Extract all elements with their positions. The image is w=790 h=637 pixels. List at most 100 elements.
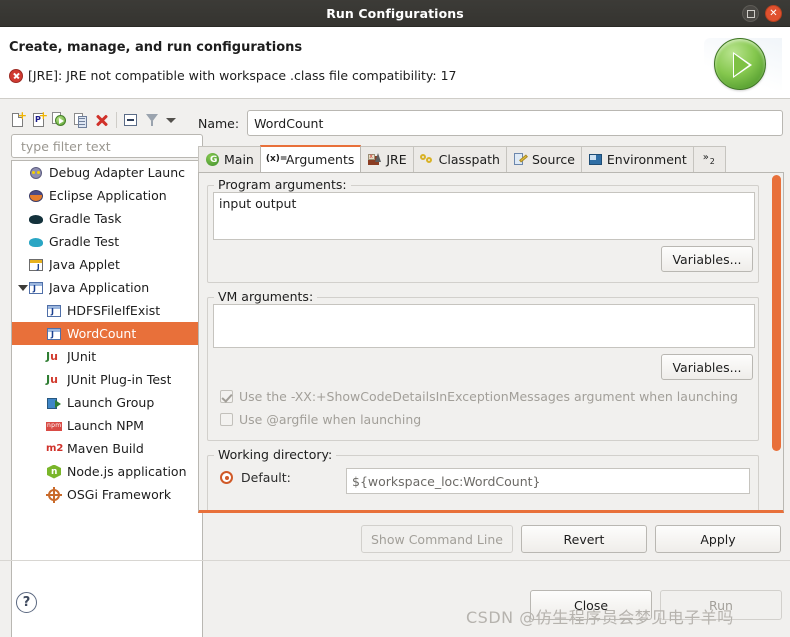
- window-title: Run Configurations: [326, 6, 464, 21]
- tree-item-wordcount[interactable]: J WordCount: [12, 322, 202, 345]
- dialog-header: Create, manage, and run configurations […: [0, 27, 790, 99]
- tree-item-label: WordCount: [67, 326, 137, 341]
- argfile-checkbox[interactable]: [220, 413, 233, 426]
- tree-item-hdfsfileifexist[interactable]: J HDFSFileIfExist: [12, 299, 202, 322]
- tree-item-label: Launch Group: [67, 395, 155, 410]
- tree-item-label: HDFSFileIfExist: [67, 303, 161, 318]
- close-window-button[interactable]: ✕: [765, 5, 782, 22]
- apply-button[interactable]: Apply: [655, 525, 781, 553]
- tree-item-label: JUnit Plug-in Test: [67, 372, 172, 387]
- tree-item-junit[interactable]: Ju JUnit: [12, 345, 202, 368]
- tree-item-label: Gradle Task: [49, 211, 122, 226]
- overflow-count: 2: [709, 157, 715, 166]
- tab-label: Environment: [606, 152, 687, 167]
- tab-environment[interactable]: Environment: [580, 146, 694, 172]
- tree-item-launch-group[interactable]: Launch Group: [12, 391, 202, 414]
- help-icon[interactable]: ?: [16, 592, 37, 613]
- junit-plugin-icon: Ju: [46, 372, 58, 386]
- status-message: [JRE]: JRE not compatible with workspace…: [28, 68, 457, 83]
- vm-arguments-label: VM arguments:: [214, 289, 318, 304]
- working-directory-default-row[interactable]: Default:: [220, 470, 291, 485]
- vm-arguments-input[interactable]: [213, 304, 755, 348]
- tree-item-osgi-framework[interactable]: OSGi Framework: [12, 483, 202, 506]
- tab-overflow[interactable]: » 2: [692, 146, 726, 172]
- java-applet-icon: J: [28, 257, 44, 273]
- new-prototype-icon[interactable]: P +: [30, 110, 48, 129]
- tree-item-label: Debug Adapter Launc: [49, 165, 185, 180]
- configurations-tree[interactable]: Debug Adapter Launc Eclipse Application …: [11, 160, 203, 637]
- tree-item-launch-npm[interactable]: npm Launch NPM: [12, 414, 202, 437]
- filter-input[interactable]: type filter text: [11, 134, 203, 158]
- new-launch-configuration-icon[interactable]: +: [9, 110, 27, 129]
- program-arguments-input[interactable]: [213, 192, 755, 240]
- tab-jre[interactable]: x JRE: [360, 146, 414, 172]
- tree-item-label: Java Application: [49, 280, 150, 295]
- tab-main[interactable]: G Main: [198, 146, 261, 172]
- run-configurations-dialog: Run Configurations ✕ Create, manage, and…: [0, 0, 790, 637]
- tab-label: Source: [531, 152, 575, 167]
- name-label: Name:: [198, 115, 240, 131]
- status-message-row: [JRE]: JRE not compatible with workspace…: [9, 68, 457, 83]
- tree-item-nodejs-application[interactable]: n Node.js application: [12, 460, 202, 483]
- tree-item-label: Gradle Test: [49, 234, 120, 249]
- duplicate-run-icon[interactable]: [51, 111, 69, 129]
- main-tab-icon: G: [205, 152, 220, 167]
- show-command-line-button[interactable]: Show Command Line: [361, 525, 513, 553]
- tab-label: JRE: [386, 152, 407, 167]
- filter-icon[interactable]: [143, 111, 161, 129]
- tree-item-label: JUnit: [67, 349, 97, 364]
- working-directory-group: Working directory: Default: ${workspace_…: [207, 447, 759, 510]
- working-directory-default-value[interactable]: ${workspace_loc:WordCount}: [346, 468, 750, 494]
- filter-placeholder: type filter text: [21, 139, 111, 154]
- scrollbar-thumb[interactable]: [772, 175, 781, 451]
- launch-group-icon: [46, 395, 62, 411]
- tree-item-label: Maven Build: [67, 441, 144, 456]
- arguments-tab-icon: (x)=: [265, 154, 288, 164]
- tree-item-gradle-task[interactable]: Gradle Task: [12, 207, 202, 230]
- tree-item-java-applet[interactable]: J Java Applet: [12, 253, 202, 276]
- show-code-details-checkbox-row[interactable]: Use the -XX:+ShowCodeDetailsInExceptionM…: [220, 389, 738, 404]
- argfile-checkbox-row[interactable]: Use @argfile when launching: [220, 412, 421, 427]
- vm-arguments-group: VM arguments: Variables... Use the -XX:+…: [207, 289, 759, 441]
- name-input[interactable]: [247, 110, 784, 136]
- delete-icon[interactable]: [93, 111, 111, 129]
- vm-arguments-variables-button[interactable]: Variables...: [661, 354, 753, 380]
- configurations-panel: + P + type filter text Debug Adapter Lau…: [6, 108, 203, 637]
- arguments-tab-panel: Program arguments: Variables... VM argum…: [198, 173, 784, 513]
- watermark-text: CSDN @仿生程序员会梦见电子羊吗: [466, 608, 734, 627]
- revert-button[interactable]: Revert: [521, 525, 647, 553]
- collapse-all-icon[interactable]: [122, 111, 140, 129]
- tab-arguments[interactable]: (x)= Arguments: [259, 145, 362, 172]
- view-menu-icon[interactable]: [164, 111, 178, 129]
- chevron-down-icon[interactable]: [18, 285, 28, 291]
- more-tabs-icon: » 2: [702, 152, 715, 166]
- npm-icon: npm: [46, 421, 62, 431]
- tab-classpath[interactable]: Classpath: [412, 146, 507, 172]
- window-controls: ✕: [742, 5, 782, 22]
- tree-item-eclipse-application[interactable]: Eclipse Application: [12, 184, 202, 207]
- maximize-button[interactable]: [742, 5, 759, 22]
- default-radio[interactable]: [220, 471, 233, 484]
- source-tab-icon: [513, 152, 528, 167]
- tree-item-debug-adapter-launcher[interactable]: Debug Adapter Launc: [12, 161, 202, 184]
- duplicate-icon[interactable]: [72, 111, 90, 129]
- osgi-icon: [46, 486, 62, 503]
- content-scrollbar[interactable]: [772, 175, 781, 485]
- tab-source[interactable]: Source: [505, 146, 582, 172]
- tree-item-label: OSGi Framework: [67, 487, 172, 502]
- title-bar: Run Configurations ✕: [0, 0, 790, 27]
- tree-item-junit-plugin-test[interactable]: Ju JUnit Plug-in Test: [12, 368, 202, 391]
- show-code-details-label: Use the -XX:+ShowCodeDetailsInExceptionM…: [239, 389, 738, 404]
- tree-item-gradle-test[interactable]: Gradle Test: [12, 230, 202, 253]
- program-arguments-variables-button[interactable]: Variables...: [661, 246, 753, 272]
- tree-item-java-application[interactable]: J Java Application: [12, 276, 202, 299]
- tree-item-maven-build[interactable]: m2 Maven Build: [12, 437, 202, 460]
- show-code-details-checkbox[interactable]: [220, 390, 233, 403]
- configuration-editor: Name: G Main (x)= Arguments x JRE Classp…: [198, 110, 784, 518]
- java-application-icon: J: [28, 280, 44, 296]
- tree-item-label: Java Applet: [49, 257, 120, 272]
- java-application-icon: J: [46, 326, 62, 342]
- environment-tab-icon: [588, 152, 603, 167]
- page-title: Create, manage, and run configurations: [9, 40, 303, 55]
- tab-label: Main: [224, 152, 254, 167]
